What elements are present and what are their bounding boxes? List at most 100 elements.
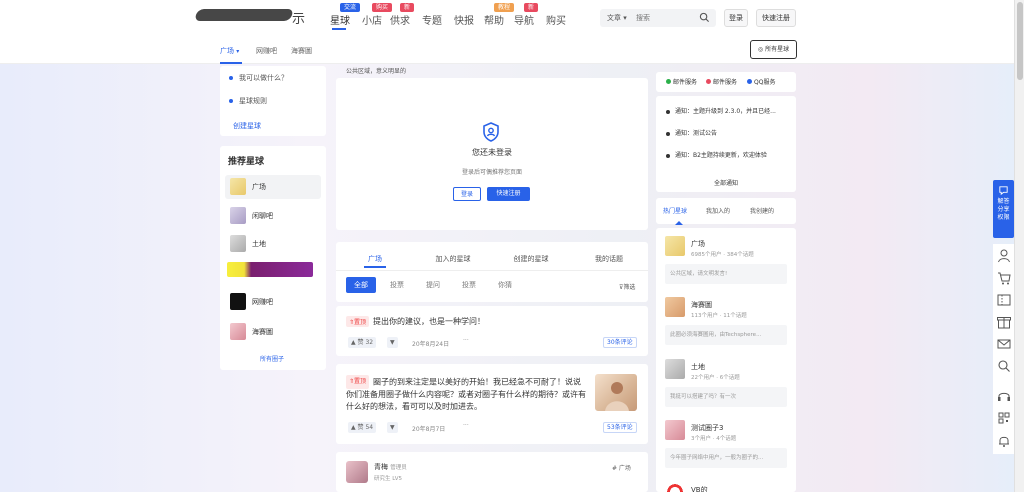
post-thumbnail[interactable]	[595, 374, 637, 411]
more-icon[interactable]: ···	[463, 422, 469, 429]
circle-name: 测试圈子3	[691, 424, 724, 432]
post-author[interactable]: 青梅 管理员	[374, 462, 407, 472]
search-box[interactable]: 文章 ▾	[600, 9, 716, 27]
subtab-haisai[interactable]: 海賽圖	[291, 46, 312, 56]
feed-tab-0[interactable]: 广场	[336, 254, 414, 264]
nav-item-0[interactable]: 星球	[330, 12, 350, 27]
legend-item: 邮件服务	[666, 77, 697, 86]
comments-button[interactable]: 53条评论	[603, 422, 637, 433]
post-card[interactable]	[336, 306, 648, 356]
nav-item-5[interactable]: 帮助	[484, 12, 504, 27]
prompt-login-button[interactable]: 登录	[453, 187, 481, 201]
filter-pill[interactable]: 全部	[346, 277, 376, 293]
nav-item-2[interactable]: 供求	[390, 12, 410, 27]
info-link-2[interactable]: 星球规则	[229, 96, 267, 106]
login-button[interactable]: 登录	[724, 9, 748, 27]
recommended-item[interactable]: 网赚吧	[225, 290, 321, 314]
filter-pill[interactable]: 投票	[462, 280, 476, 290]
notice-dot	[666, 153, 670, 158]
circle-name: 闲聊吧	[252, 212, 273, 220]
scrollbar[interactable]	[1014, 0, 1024, 492]
circle-tab-1[interactable]: 我加入的	[706, 206, 730, 215]
nav-item-label: 购买	[546, 16, 566, 27]
search-type-select[interactable]: 文章 ▾	[607, 13, 627, 23]
circle-tag[interactable]: # 广场	[612, 463, 631, 472]
headset-icon[interactable]	[994, 386, 1014, 406]
help-share-label: 解答分享权限	[997, 198, 1010, 221]
search-icon[interactable]	[699, 12, 710, 23]
post-title[interactable]: ⇑置顶 提出你的建议，也是一种学问！	[346, 316, 485, 327]
post-date: 20年8月7日	[412, 426, 446, 433]
recommended-item[interactable]: 闲聊吧	[225, 204, 321, 228]
all-circles-button[interactable]: ◎ 所有星球	[750, 40, 797, 59]
feed-tab-2[interactable]: 创建的星球	[492, 254, 570, 264]
recommended-item[interactable]: 海賽圖	[225, 320, 321, 344]
notice-item[interactable]: 通知：主题升级到 2.3.0，并且已经...	[666, 106, 792, 115]
circle-meta: 22个用户 · 6个话题	[691, 375, 740, 381]
upvote-button[interactable]: ▲ 赞 54	[348, 422, 377, 433]
legend-item: 邮件服务	[706, 77, 737, 86]
subtab-plaza[interactable]: 广场 ▾	[220, 46, 239, 56]
search-icon[interactable]	[994, 356, 1014, 376]
filter-pill[interactable]: 提问	[426, 280, 440, 290]
prompt-register-button[interactable]: 快速注册	[487, 187, 530, 201]
top-header: 示 星球交流小店购买供求新专题快报帮助教程导航新购买 文章 ▾ 登录 快速注册	[0, 0, 1014, 36]
avatar[interactable]	[346, 461, 368, 483]
notice-item[interactable]: 通知：B2主题持续更新，欢迎体验	[666, 150, 792, 159]
subtab-label: 广场	[220, 47, 234, 55]
cart-icon[interactable]	[994, 268, 1014, 288]
feed-tab-3[interactable]: 我的话题	[570, 254, 648, 264]
create-circle-link[interactable]: 创建星球	[233, 121, 261, 131]
recommended-item[interactable]: 广场	[225, 175, 321, 199]
mail-icon[interactable]	[994, 334, 1014, 354]
nav-item-1[interactable]: 小店	[362, 12, 382, 27]
post-card[interactable]	[336, 452, 648, 492]
user-icon[interactable]	[994, 246, 1014, 266]
all-groups-link[interactable]: 所有圈子	[260, 354, 284, 363]
qrcode-icon[interactable]	[994, 408, 1014, 428]
circle-tab-2[interactable]: 我创建的	[750, 206, 774, 215]
nav-item-4[interactable]: 快报	[454, 12, 474, 27]
notice-item[interactable]: 通知：测试公告	[666, 128, 792, 137]
scrollbar-thumb[interactable]	[1017, 2, 1023, 80]
nav-item-7[interactable]: 购买	[546, 12, 566, 27]
bell-icon[interactable]	[994, 430, 1014, 450]
post-title[interactable]: ⇑置顶 圈子的到来注定是以美好的开始！我已经急不可耐了！说说你们准备用圈子做什么内…	[346, 375, 586, 413]
site-logo[interactable]: 示	[194, 6, 316, 27]
upvote-button[interactable]: ▲ 赞 32	[348, 337, 377, 348]
help-share-button[interactable]: 解答分享权限	[993, 180, 1014, 238]
more-icon[interactable]: ···	[463, 337, 469, 344]
circle-tab-0[interactable]: 热门星球	[663, 206, 687, 215]
notice-dot	[666, 131, 670, 136]
gift-icon[interactable]	[994, 312, 1014, 332]
downvote-button[interactable]: ▼	[387, 337, 398, 348]
legend-label: 邮件服务	[673, 79, 698, 86]
filter-pill[interactable]: 你猜	[498, 280, 512, 290]
feed-tab-1[interactable]: 加入的星球	[414, 254, 492, 264]
circle-avatar	[230, 323, 246, 340]
all-notices-link[interactable]: 全部通知	[656, 178, 796, 187]
subtab-wangzhuan[interactable]: 网赚吧	[256, 46, 277, 56]
circle-name: 广场	[252, 183, 266, 191]
circle-avatar	[665, 482, 685, 492]
recommended-item[interactable]	[225, 258, 321, 282]
downvote-button[interactable]: ▼	[387, 422, 398, 433]
redacted-item-highlight	[227, 262, 313, 277]
circle-avatar	[230, 207, 246, 224]
login-prompt-subtitle: 登录后可偶推荐您页面	[461, 169, 522, 176]
filter-pill[interactable]: 投票	[390, 280, 404, 290]
recommended-item[interactable]: 土地	[225, 232, 321, 256]
comments-button[interactable]: 30条评论	[603, 337, 637, 348]
filter-button[interactable]: ⊽筛选	[619, 282, 635, 291]
notice-dot	[666, 109, 670, 114]
nav-item-label: 专题	[422, 16, 442, 27]
ticket-icon[interactable]	[994, 290, 1014, 310]
circle-description: 我挺可以搭建了吗？有一次	[665, 387, 787, 407]
nav-item-6[interactable]: 导航	[514, 12, 534, 27]
info-link-1[interactable]: 我可以做什么？	[229, 73, 288, 83]
circle-meta: 3个用户 · 4个话题	[691, 436, 737, 442]
register-button[interactable]: 快速注册	[756, 9, 796, 27]
vote-count: 赞 32	[357, 339, 374, 346]
nav-item-3[interactable]: 专题	[422, 12, 442, 27]
search-input[interactable]	[636, 12, 696, 24]
